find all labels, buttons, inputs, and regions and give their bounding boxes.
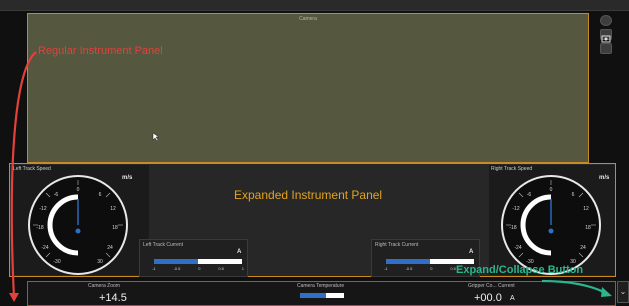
expand-collapse-annotation: Expand/Collapse Button	[456, 264, 584, 276]
annotation-arrows	[9, 51, 612, 302]
